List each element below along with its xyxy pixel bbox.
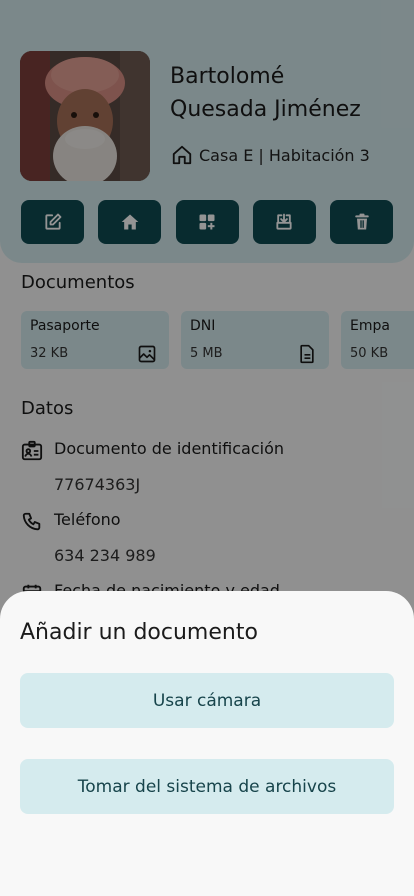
sheet-title: Añadir un documento bbox=[20, 620, 258, 645]
use-camera-button[interactable]: Usar cámara bbox=[20, 673, 394, 728]
pick-from-files-button[interactable]: Tomar del sistema de archivos bbox=[20, 759, 394, 814]
add-document-sheet: Añadir un documento Usar cámara Tomar de… bbox=[0, 591, 414, 896]
